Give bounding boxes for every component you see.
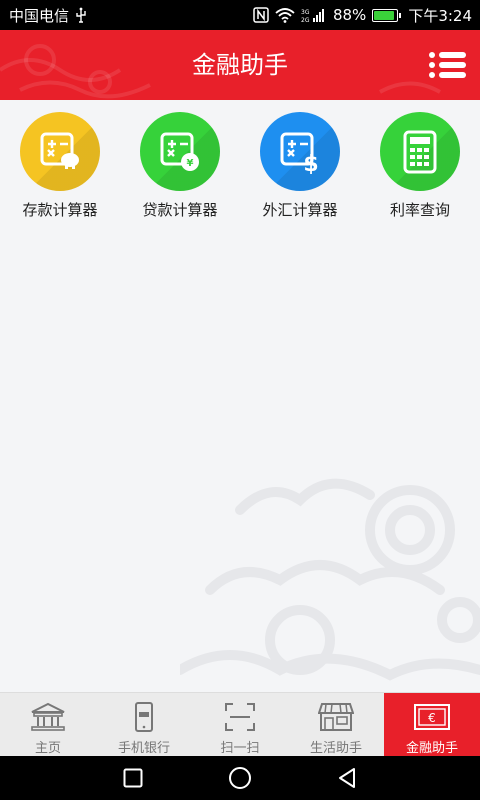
svg-text:$: $ (303, 152, 318, 174)
system-navigation-bar (0, 756, 480, 800)
tab-label: 主页 (34, 741, 61, 756)
forex-calculator-icon: $ (260, 112, 340, 191)
tile-label: 利率查询 (389, 201, 450, 219)
svg-text:¥: ¥ (187, 158, 194, 169)
carrier-name: 中国电信 (9, 6, 70, 25)
list-menu-icon[interactable] (428, 50, 466, 80)
loan-calculator-icon: ¥ (140, 112, 220, 191)
cloud-watermark-decoration (180, 478, 480, 681)
bank-building-icon (30, 701, 66, 733)
svg-text:€: € (428, 711, 436, 725)
back-icon[interactable] (327, 758, 367, 798)
tile-label: 贷款计算器 (142, 201, 218, 219)
tab-finance-assistant[interactable]: € 金融助手 (384, 693, 480, 756)
tab-home[interactable]: 主页 (0, 693, 96, 756)
tab-label: 生活助手 (309, 741, 362, 756)
deposit-calculator-button[interactable]: 存款计算器 (0, 100, 120, 220)
tile-label: 外汇计算器 (262, 201, 338, 219)
tab-scan[interactable]: 扫一扫 (192, 693, 288, 756)
forex-calculator-button[interactable]: $ 外汇计算器 (240, 100, 360, 220)
mobile-phone-icon (134, 701, 154, 733)
usb-icon (75, 7, 87, 23)
tab-life-assistant[interactable]: 生活助手 (288, 693, 384, 756)
tile-label: 存款计算器 (22, 201, 98, 219)
battery-percent: 88% (332, 6, 367, 24)
tab-label: 扫一扫 (220, 741, 260, 756)
finance-card-icon: € (413, 701, 451, 733)
page-title: 金融助手 (192, 51, 288, 79)
scan-icon (224, 701, 256, 733)
status-bar: 中国电信 3G 2G 88% 下午3:24 (0, 0, 480, 30)
tab-mobile-banking[interactable]: 手机银行 (96, 693, 192, 756)
store-icon (318, 701, 354, 733)
deposit-calculator-icon (20, 112, 100, 191)
interest-rate-query-button[interactable]: 利率查询 (360, 100, 480, 220)
calculator-tools-grid: 存款计算器 ¥ 贷款计算器 $ 外汇计算器 利率查询 (0, 100, 480, 220)
home-icon[interactable] (220, 758, 260, 798)
nfc-icon (253, 7, 269, 23)
bottom-tab-bar: 主页 手机银行 扫一扫 生活助手 € 金融助手 (0, 692, 480, 756)
tab-label: 手机银行 (117, 741, 170, 756)
signal-icon: 3G 2G (301, 7, 327, 23)
interest-rate-calculator-icon (380, 112, 460, 191)
tab-label: 金融助手 (405, 741, 458, 756)
recent-apps-icon[interactable] (113, 758, 153, 798)
loan-calculator-button[interactable]: ¥ 贷款计算器 (120, 100, 240, 220)
wifi-icon (275, 7, 295, 23)
svg-text:3G: 3G (301, 9, 310, 16)
app-header: 金融助手 (0, 30, 480, 100)
svg-text:2G: 2G (301, 17, 310, 23)
clock: 下午3:24 (408, 6, 472, 25)
battery-icon (372, 8, 402, 22)
